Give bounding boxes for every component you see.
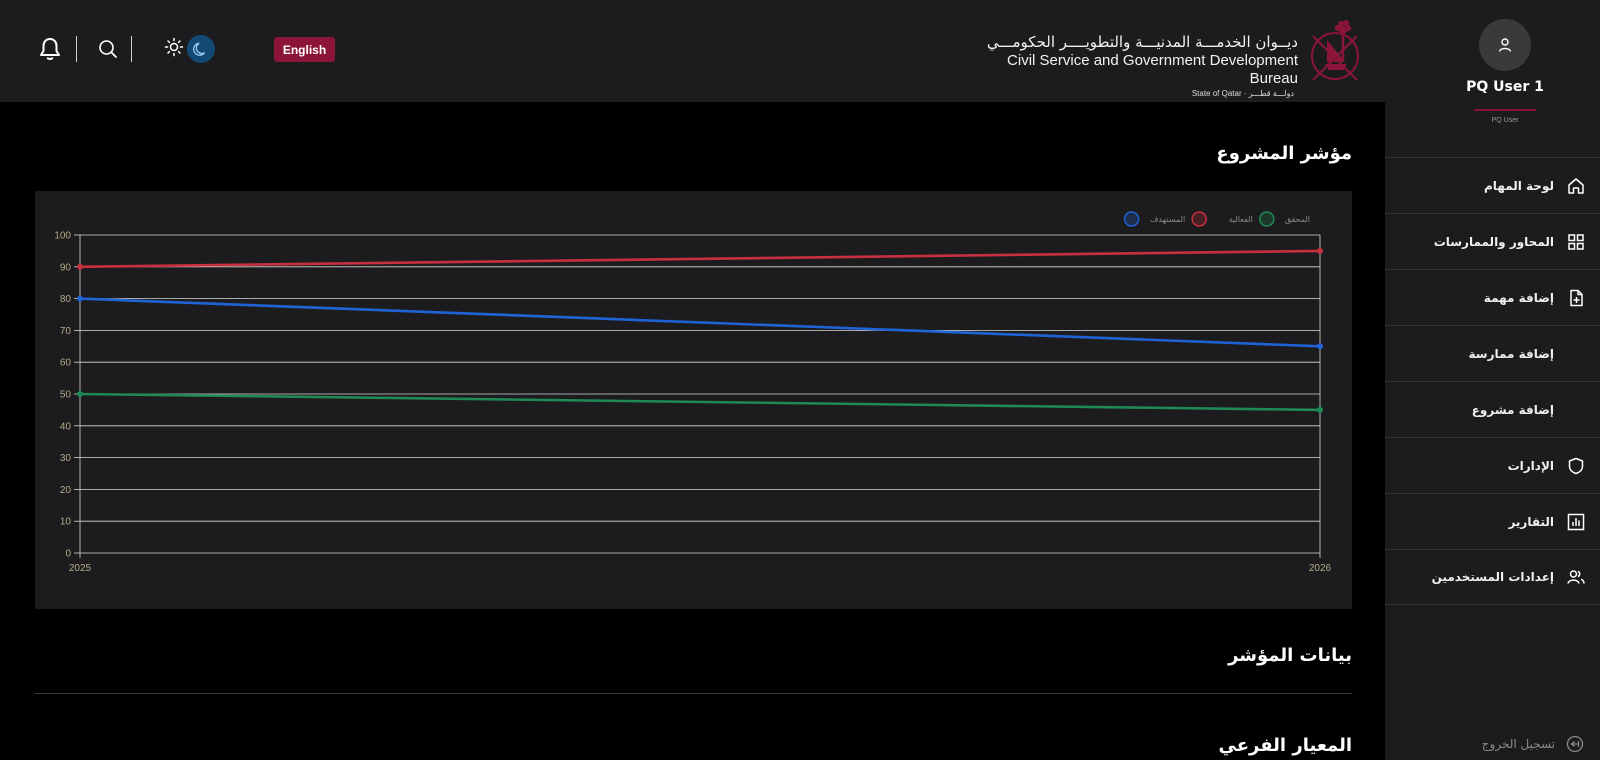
header-divider: [131, 36, 132, 62]
data-point: [1317, 247, 1323, 254]
legend-label: المحقق: [1285, 215, 1310, 224]
header-divider: [76, 36, 77, 62]
series-line: [79, 392, 1321, 412]
moon-icon: [193, 42, 206, 56]
y-tick-label: 40: [60, 421, 72, 432]
y-tick-label: 50: [60, 390, 72, 401]
sidebar-item-dashboard[interactable]: لوحة المهام: [1385, 157, 1600, 213]
series-line: [79, 297, 1321, 348]
section-divider: [35, 693, 1352, 694]
users-icon: [1566, 567, 1586, 587]
y-tick-label: 80: [60, 294, 72, 305]
data-point: [1317, 406, 1323, 413]
logo-arabic-title: ديــوان الخدمـــة المدنيـــة والتطويــــ…: [986, 33, 1298, 51]
sidebar-item-label: المحاور والممارسات: [1433, 234, 1554, 249]
chart-card: 0 10 20 30 40 50 60 70 80 90 100 2025 2026 المحقق الفع…: [35, 191, 1352, 609]
shield-icon: [1566, 456, 1586, 476]
sidebar-item-axes-practices[interactable]: المحاور والممارسات: [1385, 213, 1600, 269]
y-tick-label: 30: [60, 453, 72, 464]
x-tick-label: 2026: [1309, 563, 1332, 574]
blank-icon: [1566, 344, 1586, 364]
home-icon: [1566, 176, 1586, 196]
legend-label: المستهدف: [1150, 215, 1185, 224]
blank-icon: [1566, 400, 1586, 420]
grid-icon: [1566, 232, 1586, 252]
bar-chart-icon: [1566, 512, 1586, 532]
qatar-emblem-logo: [1305, 18, 1365, 84]
sidebar-item-label: الإدارات: [1507, 458, 1554, 473]
sidebar-item-label: إعدادات المستخدمين: [1431, 570, 1554, 584]
legend-swatch: [1123, 211, 1140, 227]
app-root: English ديــوان الخدمـــة المدنيـــة وال…: [0, 0, 1600, 760]
legend-swatch: [1191, 211, 1207, 227]
top-header: English ديــوان الخدمـــة المدنيـــة وال…: [0, 0, 1385, 102]
sidebar-item-departments[interactable]: الإدارات: [1385, 437, 1600, 493]
logout-label: تسجيل الخروج: [1481, 737, 1555, 751]
sidebar-item-add-practice[interactable]: إضافة ممارسة: [1385, 325, 1600, 381]
user-icon: [1498, 38, 1512, 52]
y-tick-label: 70: [60, 326, 72, 337]
user-role: PQ User: [1491, 117, 1519, 124]
sidebar: PQ User 1 PQ User لوحة المهام المحاور وا…: [1385, 0, 1600, 760]
data-point: [77, 295, 83, 302]
bureau-logo-text: ديــوان الخدمـــة المدنيـــة والتطويــــ…: [960, 32, 1298, 100]
logo-state-line: State of Qatar · دولـــة قطـــر: [1191, 89, 1294, 98]
sidebar-nav: لوحة المهام المحاور والممارسات إضافة مهم…: [1385, 157, 1600, 605]
y-tick-label: 100: [54, 231, 71, 242]
line-chart: 0 10 20 30 40 50 60 70 80 90 100 2025 2026 المحقق الفع…: [54, 211, 1332, 574]
logout-icon: [1565, 734, 1585, 754]
data-point: [77, 263, 83, 270]
y-tick-label: 60: [60, 358, 72, 369]
user-name-underline: [1474, 109, 1536, 111]
sidebar-item-label: لوحة المهام: [1483, 178, 1554, 193]
sidebar-item-label: التقارير: [1508, 514, 1554, 529]
y-tick-label: 10: [60, 517, 72, 528]
file-plus-icon: [1566, 288, 1586, 308]
sidebar-item-add-project[interactable]: إضافة مشروع: [1385, 381, 1600, 437]
language-button[interactable]: English: [274, 37, 335, 62]
theme-toggle[interactable]: [187, 35, 215, 63]
data-point: [1317, 343, 1323, 350]
y-tick-label: 20: [60, 485, 72, 496]
data-point: [77, 391, 83, 397]
logout-button[interactable]: تسجيل الخروج: [1385, 734, 1585, 754]
chart-section-title: مؤشر المشروع: [1216, 143, 1352, 164]
logo-english-title: Civil Service and Government Development…: [1007, 52, 1298, 87]
sidebar-item-reports[interactable]: التقارير: [1385, 493, 1600, 549]
bell-icon[interactable]: [38, 36, 62, 62]
x-tick-label: 2025: [69, 563, 92, 574]
y-tick-label: 0: [65, 549, 71, 560]
sidebar-item-label: إضافة مشروع: [1471, 402, 1554, 417]
sidebar-item-add-task[interactable]: إضافة مهمة: [1385, 269, 1600, 325]
search-icon[interactable]: [97, 38, 119, 60]
sun-icon[interactable]: [164, 37, 184, 57]
legend-swatch: [1259, 211, 1275, 227]
data-section-title: بيانات المؤشر: [1228, 645, 1352, 666]
sidebar-item-label: إضافة ممارسة: [1468, 346, 1555, 361]
user-name: PQ User 1: [1466, 79, 1544, 95]
avatar[interactable]: [1479, 19, 1531, 71]
sidebar-item-user-settings[interactable]: إعدادات المستخدمين: [1385, 549, 1600, 605]
sidebar-item-label: إضافة مهمة: [1483, 290, 1554, 305]
y-tick-label: 90: [60, 262, 72, 273]
series-line: [79, 249, 1321, 269]
sub-standard-title: المعيار الفرعي: [1218, 735, 1352, 756]
legend-label: الفعالية: [1229, 215, 1253, 224]
